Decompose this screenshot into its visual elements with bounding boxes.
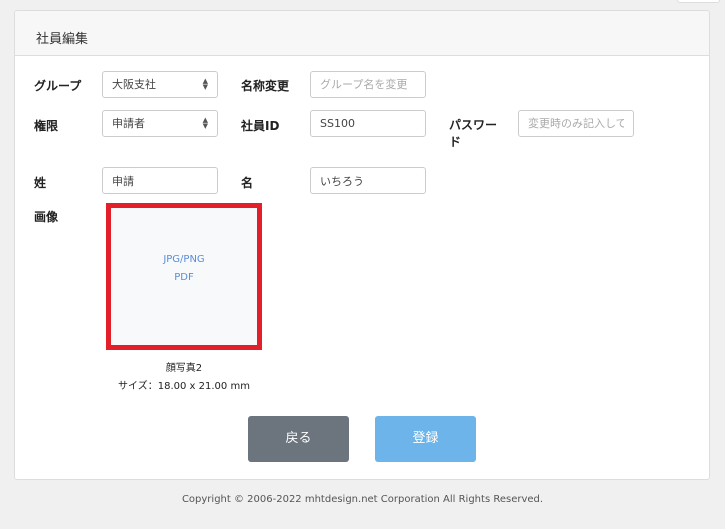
group-select[interactable]: 大阪支社 ▲ ▼ [102,71,218,98]
image-upload-dropzone[interactable]: JPG/PNG PDF [106,203,262,350]
password-label: パスワード [449,118,498,149]
role-select-value: 申請者 [112,117,145,130]
image-caption: 顔写真2 [165,363,203,374]
password-input[interactable] [518,110,634,137]
group-label: グループ [34,79,82,93]
page-title: 社員編集 [36,32,89,47]
last-name-label: 姓 [34,176,47,190]
register-button[interactable]: 登録 [375,416,476,462]
sort-arrows-icon: ▲ ▼ [202,116,208,130]
employee-edit-card: 社員編集 グループ 大阪支社 ▲▼ 名称変更 権限 申請者 ▲▼ 社員ID パスワー… [14,10,710,480]
employee-id-label: 社員ID [241,119,280,133]
image-size: サイズ：18.00 x 21.00 mm [118,381,250,392]
upload-formats-pdf: PDF [174,272,194,283]
rename-input[interactable] [310,71,426,98]
first-name-label: 名 [241,176,254,190]
group-select-value: 大阪支社 [112,78,156,91]
back-button[interactable]: 戻る [248,416,349,462]
first-name-input[interactable] [310,167,426,194]
top-right-button[interactable] [677,0,720,3]
employee-id-input[interactable] [310,110,426,137]
sort-arrows-icon: ▲ ▼ [202,77,208,91]
image-label: 画像 [34,210,59,224]
footer-copyright: Copyright © 2006-2022 mhtdesign.net Corp… [181,494,544,505]
card-header: 社員編集 [15,11,709,56]
role-label: 権限 [34,119,59,133]
upload-formats: JPG/PNG [163,254,205,265]
rename-label: 名称変更 [241,79,290,93]
role-select[interactable]: 申請者 ▲ ▼ [102,110,218,137]
last-name-input[interactable] [102,167,218,194]
